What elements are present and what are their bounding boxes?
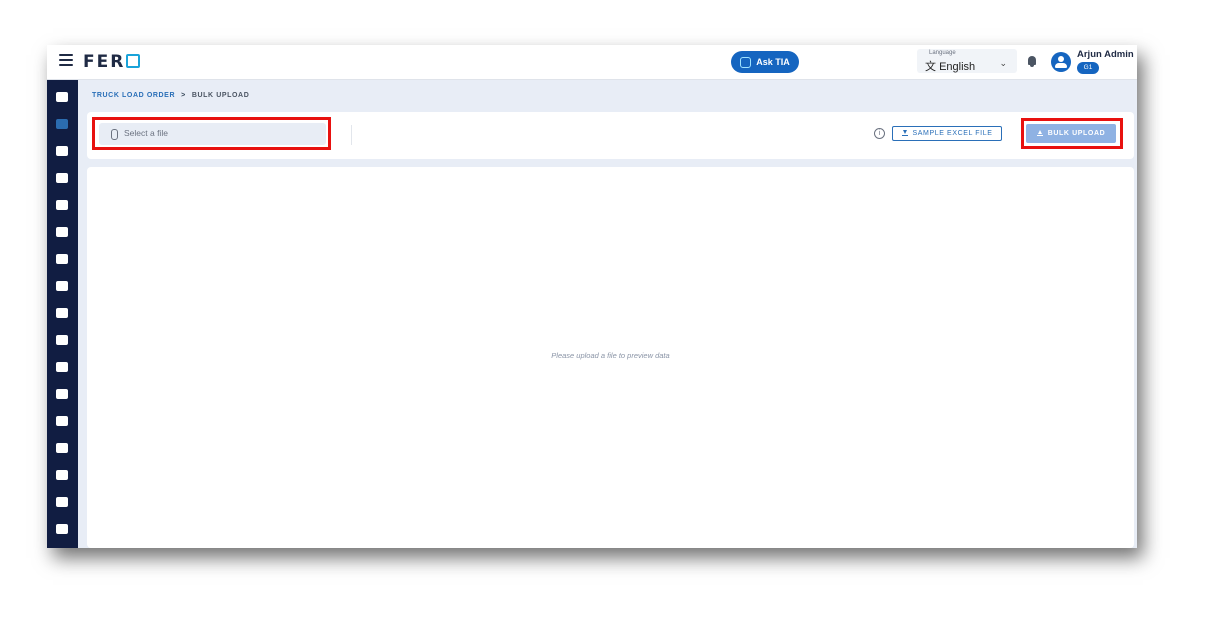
sidebar-item-users[interactable] (56, 416, 68, 426)
file-input-highlight (92, 117, 331, 150)
sidebar-item-container[interactable] (56, 173, 68, 183)
invoice-icon (56, 497, 68, 507)
sidebar-item-archive[interactable] (56, 524, 68, 534)
truck-icon (56, 200, 68, 210)
dashboard-icon (56, 92, 68, 102)
empty-preview-message: Please upload a file to preview data (551, 351, 670, 360)
user-avatar-icon[interactable] (1051, 52, 1071, 72)
user-name[interactable]: Arjun Admin (1077, 49, 1134, 60)
warehouse-icon (56, 362, 68, 372)
reports-settings-icon (56, 443, 68, 453)
toolbar-divider (351, 125, 352, 145)
container-icon (56, 173, 68, 183)
document-icon (56, 227, 68, 237)
upload-toolbar: Select a file i SAMPLE EXCEL FILE BULK U… (87, 112, 1134, 159)
sidebar-item-warehouse[interactable] (56, 362, 68, 372)
sidebar (47, 80, 78, 548)
delivery-truck-icon (56, 335, 68, 345)
app-logo[interactable]: FER (83, 52, 141, 72)
sidebar-item-dashboard[interactable] (56, 92, 68, 102)
app-window: FER Ask TIA Language 文 English ⌄ Arjun A… (47, 45, 1137, 548)
info-icon[interactable]: i (874, 128, 885, 139)
vehicle-search-icon (56, 281, 68, 291)
settings-icon (56, 470, 68, 480)
assistant-icon (740, 56, 752, 68)
sidebar-item-delivery-truck[interactable] (56, 335, 68, 345)
breadcrumb-separator: > (181, 92, 186, 99)
breadcrumb-truck-load-order[interactable]: TRUCK LOAD ORDER (92, 92, 175, 99)
breadcrumb-bulk-upload: BULK UPLOAD (191, 92, 250, 99)
payments-icon (56, 308, 68, 318)
breadcrumb: TRUCK LOAD ORDER > BULK UPLOAD (92, 92, 249, 99)
sidebar-item-invoice[interactable] (56, 497, 68, 507)
preview-panel: Please upload a file to preview data (87, 167, 1134, 548)
archive-icon (56, 524, 68, 534)
user-badge: G1 (1077, 62, 1099, 74)
language-select[interactable]: Language 文 English ⌄ (917, 49, 1017, 73)
chevron-down-icon: ⌄ (999, 58, 1007, 68)
notification-bell-icon[interactable] (1028, 56, 1036, 67)
hamburger-menu-icon[interactable] (59, 54, 73, 68)
loading-dock-icon (56, 146, 68, 156)
sidebar-item-payments[interactable] (56, 308, 68, 318)
logo-square-icon (126, 54, 141, 68)
sidebar-item-settings[interactable] (56, 470, 68, 480)
buildings-icon (56, 389, 68, 399)
sidebar-item-buildings[interactable] (56, 389, 68, 399)
sidebar-item-loading-dock[interactable] (56, 146, 68, 156)
sidebar-item-vehicle-search[interactable] (56, 281, 68, 291)
translate-icon: 文 (925, 61, 936, 73)
top-bar: FER Ask TIA Language 文 English ⌄ Arjun A… (47, 45, 1137, 80)
users-icon (56, 416, 68, 426)
bulk-upload-highlight (1021, 118, 1123, 149)
database-icon (56, 254, 68, 264)
sidebar-item-orders[interactable] (56, 119, 68, 129)
sidebar-item-reports-settings[interactable] (56, 443, 68, 453)
download-icon (901, 130, 908, 137)
sidebar-item-document[interactable] (56, 227, 68, 237)
orders-icon (56, 119, 68, 129)
sidebar-item-truck[interactable] (56, 200, 68, 210)
ask-tia-button[interactable]: Ask TIA (731, 51, 799, 73)
sample-excel-file-button[interactable]: SAMPLE EXCEL FILE (892, 126, 1002, 141)
sidebar-item-database[interactable] (56, 254, 68, 264)
